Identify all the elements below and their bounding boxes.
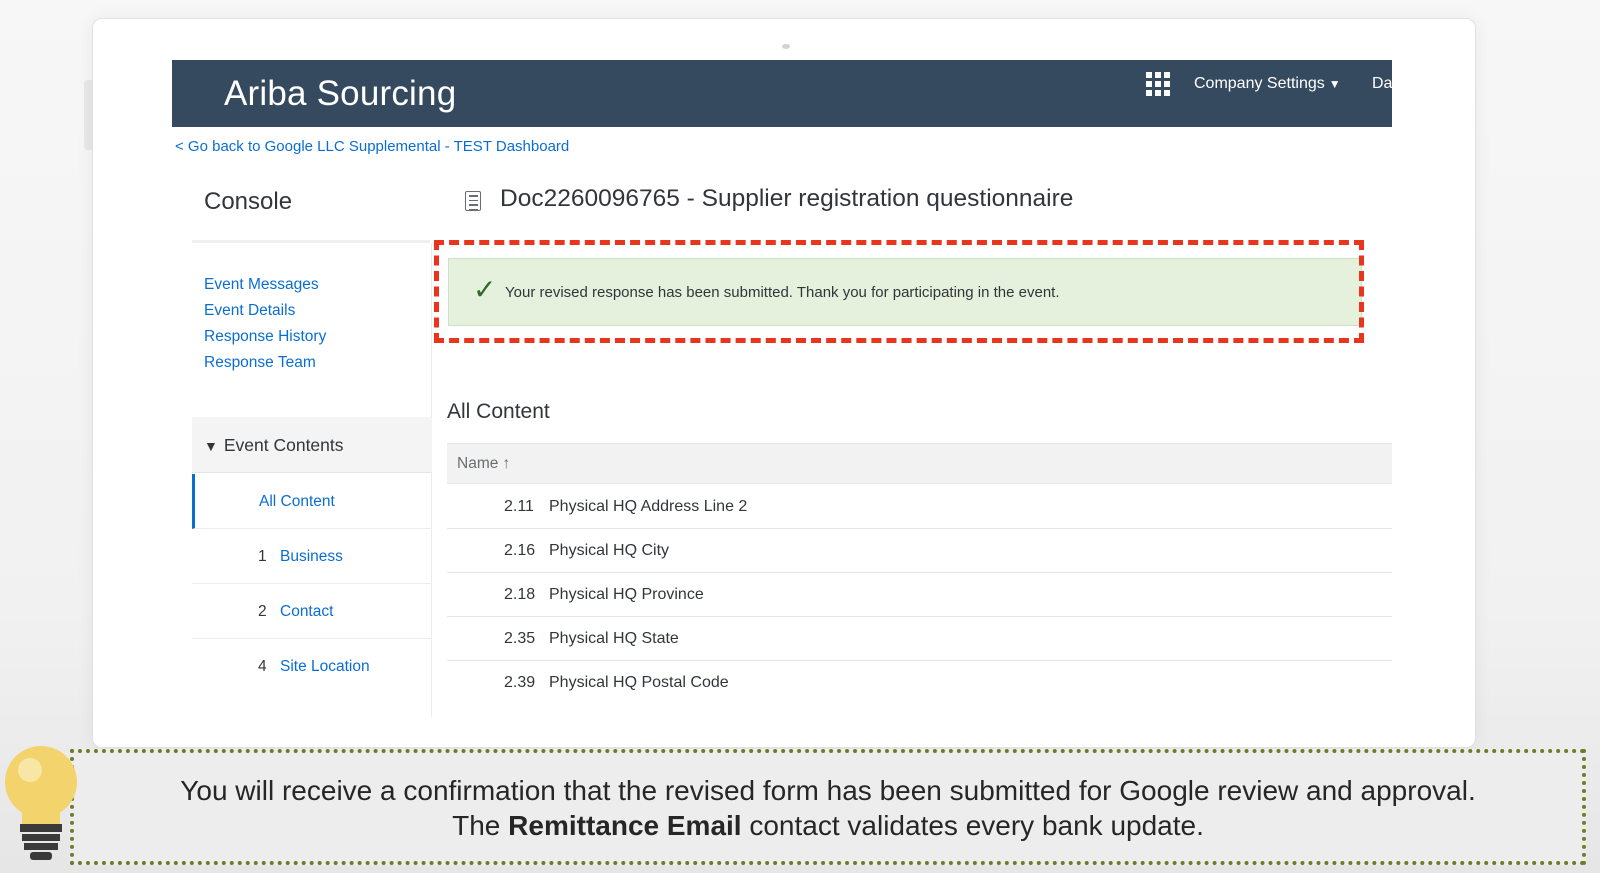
app-screen: Ariba Sourcing Company Settings ▼ Da < Go… <box>172 60 1392 717</box>
table-row[interactable]: 2.11 Physical HQ Address Line 2 <box>447 485 1392 529</box>
console-divider <box>192 240 430 243</box>
row-name: Physical HQ Address Line 2 <box>549 498 748 515</box>
lightbulb-icon <box>5 746 77 860</box>
user-menu[interactable]: Da <box>1372 75 1392 93</box>
row-name: Physical HQ City <box>549 542 670 559</box>
sort-ascending-icon: ↑ <box>502 455 511 472</box>
table-row[interactable]: 2.35 Physical HQ State <box>447 617 1392 661</box>
sidebar-item-label: All Content <box>259 493 335 510</box>
triangle-down-icon: ▼ <box>204 438 218 454</box>
row-number: 2.39 <box>504 674 536 691</box>
sidebar-item-number: 4 <box>258 658 267 675</box>
table-row[interactable]: 2.18 Physical HQ Province <box>447 573 1392 617</box>
caption-line-2-suffix: contact validates every bank update. <box>749 810 1204 841</box>
device-edge <box>84 80 92 150</box>
table-row[interactable]: 2.16 Physical HQ City <box>447 529 1392 573</box>
caption-line-2-bold: Remittance Email <box>508 810 742 841</box>
all-content-title: All Content <box>447 400 550 423</box>
row-name: Physical HQ Postal Code <box>549 674 729 691</box>
apps-grid-icon[interactable] <box>1146 72 1170 96</box>
highlight-annotation <box>434 240 1364 343</box>
document-title: Doc2260096765 - Supplier registration qu… <box>500 185 1074 212</box>
sidebar-item-label: Contact <box>280 603 334 620</box>
row-name: Physical HQ Province <box>549 586 704 603</box>
caption-line-2: The Remittance Email contact validates e… <box>74 808 1582 843</box>
response-history-link[interactable]: Response History <box>204 324 326 350</box>
row-number: 2.11 <box>504 498 534 515</box>
row-number: 2.18 <box>504 586 536 603</box>
top-bar: Ariba Sourcing Company Settings ▼ Da <box>172 60 1392 127</box>
sidebar-item-business[interactable]: 1 Business <box>192 529 432 584</box>
back-to-dashboard-link[interactable]: < Go back to Google LLC Supplemental - T… <box>175 138 569 155</box>
name-column-header[interactable]: Name ↑ <box>447 443 1392 484</box>
response-team-link[interactable]: Response Team <box>204 350 326 376</box>
caret-down-icon: ▼ <box>1328 77 1341 91</box>
event-contents-label: Event Contents <box>223 435 344 455</box>
table-row[interactable]: 2.39 Physical HQ Postal Code <box>447 661 1392 705</box>
console-title: Console <box>204 188 293 215</box>
sidebar-item-label: Business <box>280 548 343 565</box>
event-details-link[interactable]: Event Details <box>204 298 326 324</box>
row-number: 2.16 <box>504 542 536 559</box>
sidebar-item-label: Site Location <box>280 658 370 675</box>
caption-line-1: You will receive a confirmation that the… <box>180 775 1476 806</box>
event-messages-link[interactable]: Event Messages <box>204 272 326 298</box>
tip-caption: You will receive a confirmation that the… <box>70 749 1586 865</box>
caption-line-2-prefix: The <box>452 810 501 841</box>
column-header-label: Name <box>457 455 499 472</box>
app-title: Ariba Sourcing <box>224 74 457 113</box>
document-icon <box>465 191 481 211</box>
sidebar-item-number: 1 <box>258 548 267 565</box>
sidebar-item-number: 2 <box>258 603 267 620</box>
sidebar-item-contact[interactable]: 2 Contact <box>192 584 432 639</box>
camera-dot <box>782 44 790 49</box>
sidebar-item-site-location[interactable]: 4 Site Location <box>192 639 432 694</box>
console-links: Event Messages Event Details Response Hi… <box>204 272 326 376</box>
sidebar-item-all-content[interactable]: All Content <box>192 474 432 529</box>
row-name: Physical HQ State <box>549 630 679 647</box>
company-settings-menu[interactable]: Company Settings ▼ <box>1194 75 1341 93</box>
row-number: 2.35 <box>504 630 536 647</box>
company-settings-label: Company Settings <box>1194 75 1325 92</box>
event-contents-toggle[interactable]: ▼ Event Contents <box>192 417 432 473</box>
